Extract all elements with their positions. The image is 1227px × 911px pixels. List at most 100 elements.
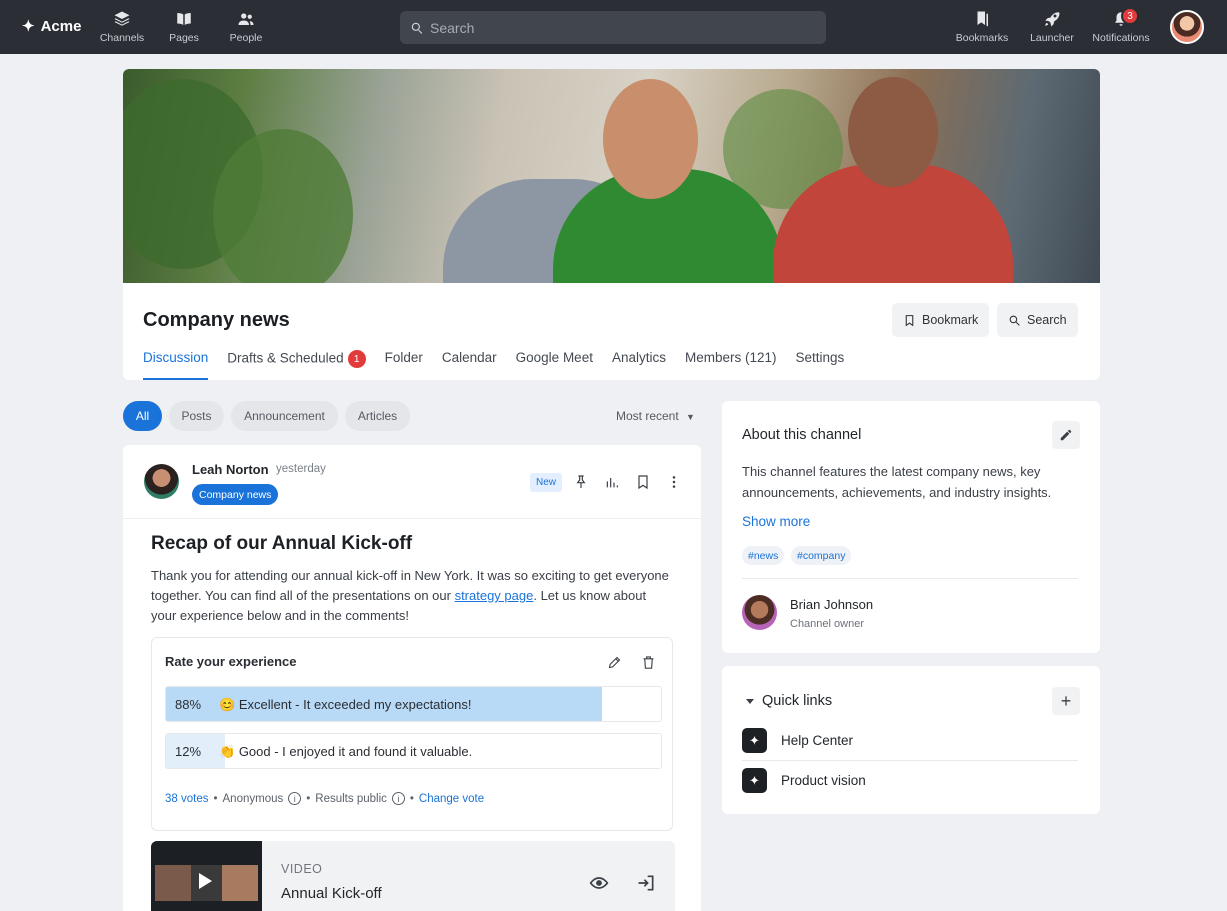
user-avatar[interactable] bbox=[1170, 10, 1204, 44]
bookmark-icon bbox=[638, 475, 648, 490]
quick-link-help-center[interactable]: ✦ Help Center bbox=[742, 728, 853, 753]
nav-bookmarks[interactable]: Bookmarks bbox=[952, 10, 1012, 44]
add-quick-link-button[interactable]: + bbox=[1052, 687, 1080, 715]
nav-bookmarks-label: Bookmarks bbox=[955, 32, 1009, 44]
about-description: This channel features the latest company… bbox=[742, 464, 1052, 500]
video-kicker: VIDEO bbox=[281, 862, 323, 876]
caret-down-icon: ▼ bbox=[686, 412, 695, 422]
edit-about-button[interactable] bbox=[1052, 421, 1080, 449]
tab-drafts-scheduled[interactable]: Drafts & Scheduled 1 bbox=[227, 350, 366, 380]
open-video-button[interactable] bbox=[636, 873, 656, 893]
filter-chip-all[interactable]: All bbox=[123, 401, 162, 431]
tab-members[interactable]: Members (121) bbox=[685, 350, 777, 380]
play-icon bbox=[199, 873, 212, 889]
show-more-link[interactable]: Show more bbox=[742, 514, 810, 529]
search-icon bbox=[411, 22, 423, 34]
people-icon bbox=[238, 13, 254, 25]
sparkle-icon: ✦ bbox=[22, 18, 35, 35]
open-external-icon bbox=[638, 875, 654, 891]
tab-label: Folder bbox=[384, 350, 423, 365]
anonymous-label: Anonymous bbox=[222, 792, 284, 805]
tab-calendar[interactable]: Calendar bbox=[442, 350, 497, 380]
nav-pages-label: Pages bbox=[169, 32, 199, 44]
brand-logo[interactable]: ✦ Acme bbox=[22, 17, 81, 36]
poll-footer: 38 votes • Anonymous i • Results public … bbox=[165, 792, 484, 805]
eye-icon bbox=[589, 877, 609, 889]
author-name[interactable]: Leah Norton bbox=[192, 462, 269, 477]
change-vote-link[interactable]: Change vote bbox=[419, 793, 484, 805]
nav-launcher[interactable]: Launcher bbox=[1022, 10, 1082, 44]
poll-option-label: 😊 Excellent - It exceeded my expectation… bbox=[219, 697, 472, 713]
rocket-icon bbox=[1045, 12, 1060, 27]
nav-channels[interactable]: Channels bbox=[92, 10, 152, 44]
tab-settings[interactable]: Settings bbox=[796, 350, 845, 380]
post-channel-badge[interactable]: Company news bbox=[192, 484, 279, 505]
bookmark-post-button[interactable] bbox=[635, 474, 651, 490]
video-attachment[interactable]: VIDEO Annual Kick-off bbox=[151, 841, 675, 911]
owner-avatar[interactable] bbox=[742, 595, 777, 630]
pin-button[interactable] bbox=[573, 474, 589, 490]
smile-emoji-icon: 😊 bbox=[219, 697, 236, 712]
view-video-button[interactable] bbox=[589, 873, 609, 893]
top-navigation-bar: ✦ Acme Channels Pages People Search Book… bbox=[0, 0, 1227, 54]
drafts-count-badge: 1 bbox=[347, 350, 366, 368]
tag-company[interactable]: #company bbox=[791, 546, 852, 565]
tag-news[interactable]: #news bbox=[742, 546, 785, 565]
poll-option-excellent[interactable]: 88% 😊 Excellent - It exceeded my expecta… bbox=[165, 686, 662, 722]
about-channel-card: About this channel This channel features… bbox=[722, 401, 1100, 653]
poll-title: Rate your experience bbox=[165, 654, 297, 669]
channel-tabs: Discussion Drafts & Scheduled 1 Folder Ca… bbox=[143, 350, 844, 380]
quick-link-product-vision[interactable]: ✦ Product vision bbox=[742, 768, 866, 793]
bookmarks-icon bbox=[977, 11, 988, 27]
tab-google-meet[interactable]: Google Meet bbox=[516, 350, 593, 380]
poll-option-percent: 12% bbox=[175, 744, 202, 759]
analytics-button[interactable] bbox=[604, 474, 620, 490]
quick-links-toggle[interactable]: Quick links bbox=[746, 693, 832, 709]
global-search-input[interactable]: Search bbox=[400, 11, 826, 44]
person-head-shape bbox=[603, 79, 698, 199]
notification-count-badge: 3 bbox=[1121, 7, 1139, 25]
tab-analytics[interactable]: Analytics bbox=[612, 350, 666, 380]
post-title: Recap of our Annual Kick-off bbox=[151, 533, 413, 554]
filter-chip-posts[interactable]: Posts bbox=[169, 401, 224, 431]
poll-widget: Rate your experience 88% 😊 Excellent - I… bbox=[151, 637, 673, 831]
filter-chip-announcement[interactable]: Announcement bbox=[231, 401, 338, 431]
tab-label: Google Meet bbox=[515, 350, 593, 365]
video-thumbnail[interactable] bbox=[151, 841, 262, 911]
sort-dropdown[interactable]: Most recent ▼ bbox=[616, 409, 695, 423]
delete-poll-button[interactable] bbox=[641, 655, 656, 670]
more-vertical-icon bbox=[672, 476, 676, 488]
post-card: Leah Norton yesterday Company news New R… bbox=[123, 445, 701, 911]
nav-notifications-label: Notifications bbox=[1092, 32, 1150, 44]
strategy-page-link[interactable]: strategy page bbox=[455, 588, 534, 603]
layers-icon bbox=[114, 11, 130, 26]
owner-role: Channel owner bbox=[790, 618, 864, 630]
sort-label: Most recent bbox=[616, 409, 679, 423]
edit-poll-button[interactable] bbox=[607, 655, 622, 670]
nav-pages[interactable]: Pages bbox=[154, 10, 214, 44]
author-avatar[interactable] bbox=[144, 464, 179, 499]
bookmark-button[interactable]: Bookmark bbox=[892, 303, 990, 337]
plus-icon: + bbox=[1060, 690, 1072, 711]
filter-chip-articles[interactable]: Articles bbox=[345, 401, 410, 431]
nav-notifications[interactable]: 3 Notifications bbox=[1090, 7, 1152, 44]
info-icon[interactable]: i bbox=[391, 792, 405, 805]
tab-label: Settings bbox=[795, 350, 845, 365]
poll-option-text: Good - I enjoyed it and found it valuabl… bbox=[238, 744, 473, 759]
post-body: Thank you for attending our annual kick-… bbox=[151, 566, 671, 626]
more-options-button[interactable] bbox=[666, 474, 682, 490]
sparkle-icon: ✦ bbox=[742, 768, 767, 793]
tab-folder[interactable]: Folder bbox=[385, 350, 423, 380]
poll-option-good[interactable]: 12% 👏 Good - I enjoyed it and found it v… bbox=[165, 733, 662, 769]
owner-name[interactable]: Brian Johnson bbox=[790, 597, 873, 612]
pencil-icon bbox=[1060, 429, 1072, 441]
poll-option-text: Excellent - It exceeded my expectations! bbox=[238, 697, 472, 712]
info-icon[interactable]: i bbox=[288, 792, 302, 805]
channel-search-button[interactable]: Search bbox=[997, 303, 1078, 337]
vote-count-link[interactable]: 38 votes bbox=[165, 793, 208, 805]
tab-discussion[interactable]: Discussion bbox=[143, 350, 209, 380]
tab-label: Analytics bbox=[611, 350, 666, 365]
quick-links-title: Quick links bbox=[762, 693, 833, 709]
nav-people[interactable]: People bbox=[216, 10, 276, 44]
caret-down-icon bbox=[746, 698, 754, 704]
